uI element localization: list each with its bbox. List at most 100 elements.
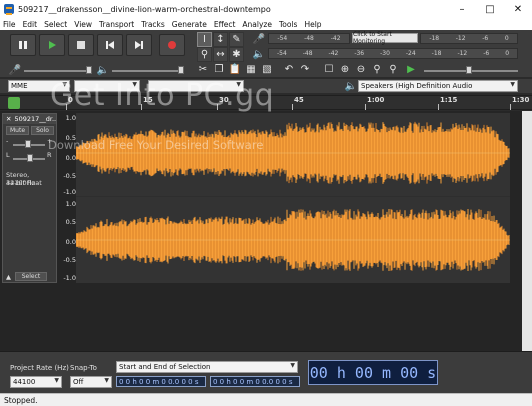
pan-knob[interactable] bbox=[27, 154, 33, 162]
meter-tick: -12 bbox=[455, 35, 466, 42]
undo-icon[interactable]: ↶ bbox=[282, 62, 296, 76]
menu-analyze[interactable]: Analyze bbox=[242, 20, 272, 29]
microphone-icon[interactable]: 🎤 bbox=[252, 32, 266, 46]
record-button[interactable] bbox=[159, 34, 185, 56]
menu-generate[interactable]: Generate bbox=[172, 20, 207, 29]
timeline-ruler[interactable]: 0 15 30 45 1:00 1:15 1:30 bbox=[0, 95, 532, 110]
scale-label: 0.5 bbox=[65, 134, 76, 142]
zoom-tool-icon[interactable]: ⚲ bbox=[197, 47, 212, 62]
copy-icon[interactable]: ❐ bbox=[212, 62, 226, 76]
playback-volume-knob[interactable] bbox=[178, 66, 184, 74]
menu-effect[interactable]: Effect bbox=[214, 20, 236, 29]
playback-meter[interactable]: -54 -48 -42 -36 -30 -24 -18 -12 -6 0 bbox=[268, 48, 518, 59]
playback-volume-icon: 🔈 bbox=[96, 64, 110, 76]
redo-icon[interactable]: ↷ bbox=[298, 62, 312, 76]
playback-volume-slider[interactable] bbox=[112, 70, 182, 72]
start-monitoring-button[interactable]: Click to Start Monitoring bbox=[352, 31, 418, 45]
play-speed-knob[interactable] bbox=[466, 66, 472, 74]
meter-tick: -6 bbox=[482, 35, 489, 42]
meter-tick: -18 bbox=[429, 35, 440, 42]
skip-end-icon bbox=[135, 41, 143, 49]
zoom-in-icon[interactable]: ⊕ bbox=[338, 62, 352, 76]
scale-label: -1.0 bbox=[63, 274, 76, 282]
gain-knob[interactable] bbox=[25, 140, 31, 148]
maximize-icon[interactable]: □ bbox=[476, 0, 504, 18]
skip-end-button[interactable] bbox=[126, 34, 152, 56]
chevron-down-icon: ▼ bbox=[54, 377, 59, 384]
speaker-icon[interactable]: 🔈 bbox=[252, 47, 266, 61]
collapse-icon[interactable]: ▲ bbox=[6, 273, 11, 281]
chevron-down-icon: ▼ bbox=[510, 81, 515, 88]
scale-label: -1.0 bbox=[63, 188, 76, 196]
play-button[interactable] bbox=[39, 34, 65, 56]
menu-help[interactable]: Help bbox=[304, 20, 321, 29]
chevron-down-icon: ▼ bbox=[104, 377, 109, 384]
recording-device-select[interactable]: ▼ bbox=[74, 80, 140, 92]
cut-icon[interactable]: ✂ bbox=[196, 62, 210, 76]
title-bar: 509217__drakensson__divine-lion-warm-orc… bbox=[0, 0, 532, 18]
multi-tool-icon[interactable]: ✱ bbox=[229, 47, 244, 62]
scale-label: -0.5 bbox=[63, 256, 76, 264]
scale-label: 0.0 bbox=[65, 238, 76, 246]
menu-transport[interactable]: Transport bbox=[99, 20, 134, 29]
sync-lock-icon[interactable]: ☐ bbox=[322, 62, 336, 76]
scale-label: 1.0 bbox=[65, 200, 76, 208]
menu-tools[interactable]: Tools bbox=[279, 20, 297, 29]
waveform[interactable] bbox=[76, 113, 510, 283]
close-icon[interactable]: ✕ bbox=[504, 0, 532, 18]
meter-tick: -36 bbox=[354, 50, 365, 57]
recording-channels-select[interactable]: ▼ bbox=[148, 80, 244, 92]
snap-to-select[interactable]: Off ▼ bbox=[70, 376, 112, 388]
chevron-down-icon: ▼ bbox=[290, 362, 295, 369]
select-track-button[interactable]: Select bbox=[15, 272, 47, 281]
envelope-tool-icon[interactable]: ↕ bbox=[213, 32, 228, 47]
project-rate-value: 44100 bbox=[13, 378, 36, 386]
selection-mode-select[interactable]: Start and End of Selection ▼ bbox=[116, 361, 298, 373]
fit-selection-icon[interactable]: ⚲ bbox=[370, 62, 384, 76]
project-rate-select[interactable]: 44100 ▼ bbox=[10, 376, 62, 388]
menu-view[interactable]: View bbox=[74, 20, 92, 29]
play-at-speed-icon[interactable]: ▶ bbox=[404, 62, 418, 76]
silence-icon[interactable]: ▧ bbox=[260, 62, 274, 76]
menu-select[interactable]: Select bbox=[44, 20, 67, 29]
mute-button[interactable]: Mute bbox=[6, 126, 29, 135]
vertical-scrollbar[interactable] bbox=[522, 111, 532, 351]
playback-device-select[interactable]: Speakers (High Definition Audio ▼ bbox=[358, 80, 518, 92]
scale-label: 0.0 bbox=[65, 154, 76, 162]
pause-button[interactable] bbox=[10, 34, 36, 56]
draw-tool-icon[interactable]: ✎ bbox=[229, 32, 244, 47]
skip-start-button[interactable] bbox=[97, 34, 123, 56]
menu-file[interactable]: File bbox=[3, 20, 16, 29]
solo-button[interactable]: Solo bbox=[31, 126, 54, 135]
ruler-tick: 0 bbox=[66, 96, 73, 110]
minimize-icon[interactable]: – bbox=[448, 0, 476, 18]
recording-volume-slider[interactable] bbox=[24, 70, 88, 72]
pinned-play-head-icon[interactable] bbox=[8, 97, 20, 109]
menu-bar: File Edit Select View Transport Tracks G… bbox=[0, 18, 532, 30]
audio-host-value: MME bbox=[11, 82, 28, 90]
ruler-tick: 1:15 bbox=[437, 96, 458, 110]
menu-edit[interactable]: Edit bbox=[23, 20, 38, 29]
recording-volume-knob[interactable] bbox=[86, 66, 92, 74]
gain-plus-label: + bbox=[47, 137, 53, 145]
selection-end-time[interactable]: 0 0 h 0 0 m 0 0.0 0 0 s bbox=[210, 376, 300, 387]
meter-tick: -18 bbox=[431, 50, 442, 57]
selection-start-time[interactable]: 0 0 h 0 0 m 0 0.0 0 0 s bbox=[116, 376, 206, 387]
audio-host-select[interactable]: MME ▼ bbox=[8, 80, 70, 92]
stop-button[interactable] bbox=[68, 34, 94, 56]
meter-tick: -48 bbox=[304, 35, 314, 42]
zoom-out-icon[interactable]: ⊖ bbox=[354, 62, 368, 76]
record-meter[interactable]: -54 -48 -42 bbox=[268, 33, 350, 44]
meter-tick: -42 bbox=[330, 35, 341, 42]
timeshift-tool-icon[interactable]: ↔ bbox=[213, 47, 228, 62]
close-track-icon[interactable]: ✕ bbox=[6, 115, 11, 123]
fit-project-icon[interactable]: ⚲ bbox=[386, 62, 400, 76]
track-bit-depth: 32-bit float bbox=[6, 179, 42, 187]
track-name-menu[interactable]: ✕ 509217__dr... bbox=[3, 114, 56, 124]
selection-tool-icon[interactable]: I bbox=[197, 32, 212, 47]
paste-icon[interactable]: 📋 bbox=[228, 62, 242, 76]
trim-icon[interactable]: ▦ bbox=[244, 62, 258, 76]
menu-tracks[interactable]: Tracks bbox=[141, 20, 165, 29]
audio-position-display[interactable]: 00 h 00 m 00 s bbox=[308, 360, 438, 385]
meter-tick: -48 bbox=[302, 50, 313, 57]
